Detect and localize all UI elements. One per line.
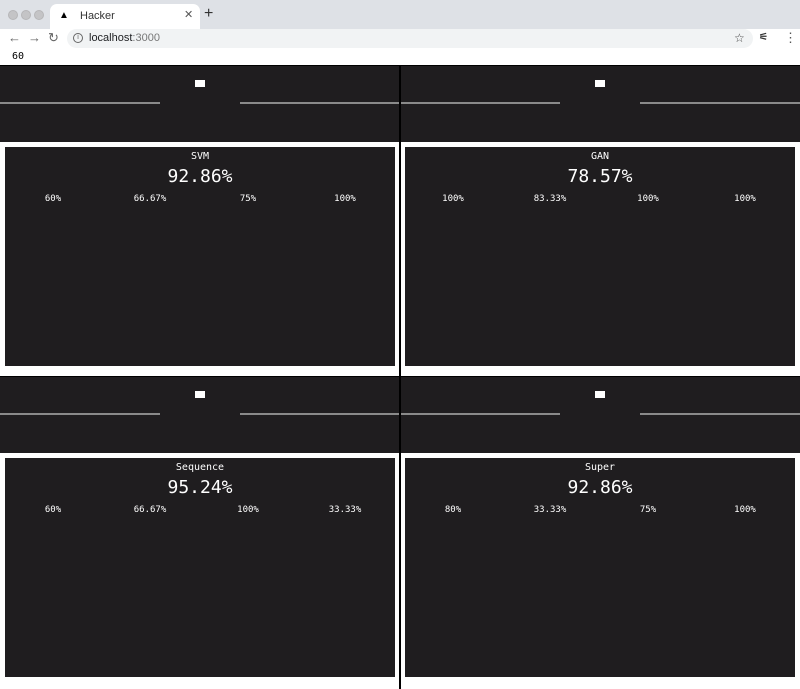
model-metric: 66.67%	[133, 194, 167, 204]
timeline-track	[0, 376, 400, 453]
forward-icon[interactable]: →	[28, 30, 41, 46]
model-metric: 100%	[637, 194, 659, 204]
timeline-track	[400, 376, 800, 453]
model-panel-frame: SVM 92.86% 60% 66.67% 75% 100%	[0, 142, 400, 376]
close-tab-icon[interactable]: ✕	[184, 8, 193, 22]
model-metric: 60%	[44, 505, 62, 515]
model-metric: 100%	[734, 505, 756, 515]
browser-toolbar: ← → ↻ i localhost:3000 ☆	[0, 29, 800, 49]
model-panel-frame: Sequence 95.24% 60% 66.67% 100% 33.33%	[0, 453, 400, 687]
model-metric: 100%	[734, 194, 756, 204]
model-metric: 75%	[639, 505, 657, 515]
reload-icon[interactable]: ↻	[48, 30, 59, 46]
model-metric: 60%	[44, 194, 62, 204]
model-metric: 83.33%	[533, 194, 567, 204]
model-score: 78.57%	[567, 166, 633, 187]
bookmark-star-icon[interactable]: ☆	[734, 30, 745, 46]
model-metric: 100%	[334, 194, 356, 204]
track-line-left	[0, 102, 160, 104]
track-line-right	[640, 413, 800, 415]
browser-tab-bar: ▲ Hacker ✕ +	[0, 0, 800, 29]
back-icon[interactable]: ←	[8, 30, 21, 46]
address-bar[interactable]: i localhost:3000 ☆	[67, 29, 753, 48]
timeline-track	[0, 65, 400, 142]
track-line-left	[400, 413, 560, 415]
model-name: Super	[584, 462, 616, 473]
url-port: :3000	[132, 32, 160, 44]
model-score: 92.86%	[567, 477, 633, 498]
model-metric: 80%	[444, 505, 462, 515]
extension-icon[interactable]: ⚟	[759, 31, 768, 45]
model-metric: 100%	[237, 505, 259, 515]
model-name: Sequence	[175, 462, 225, 473]
info-icon[interactable]: i	[73, 33, 83, 43]
model-metric: 75%	[239, 194, 257, 204]
track-line-right	[240, 102, 400, 104]
column-divider	[399, 65, 401, 689]
model-metric: 33.33%	[328, 505, 362, 515]
window-minimize-control[interactable]	[21, 10, 31, 20]
model-panel-sequence: Sequence 95.24% 60% 66.67% 100% 33.33%	[5, 458, 395, 677]
url-text: localhost:3000	[89, 31, 160, 45]
window-zoom-control[interactable]	[34, 10, 44, 20]
track-line-right	[640, 102, 800, 104]
model-name: GAN	[590, 151, 610, 162]
model-panel-frame: GAN 78.57% 100% 83.33% 100% 100%	[400, 142, 800, 376]
model-panel-gan: GAN 78.57% 100% 83.33% 100% 100%	[405, 147, 795, 366]
counter-value: 60	[12, 51, 25, 62]
track-marker	[595, 391, 605, 398]
model-name: SVM	[190, 151, 210, 162]
model-score: 95.24%	[167, 477, 233, 498]
track-marker	[595, 80, 605, 87]
model-metric: 100%	[442, 194, 464, 204]
track-line-left	[0, 413, 160, 415]
model-score: 92.86%	[167, 166, 233, 187]
model-metric: 33.33%	[533, 505, 567, 515]
triangle-icon: ▲	[59, 10, 69, 21]
model-metric: 66.67%	[133, 505, 167, 515]
browser-tab[interactable]: ▲ Hacker ✕	[50, 4, 200, 29]
url-host: localhost	[89, 32, 133, 44]
track-line-left	[400, 102, 560, 104]
new-tab-icon[interactable]: +	[204, 6, 213, 22]
kebab-menu-icon[interactable]: ⋮	[784, 29, 797, 47]
model-panel-svm: SVM 92.86% 60% 66.67% 75% 100%	[5, 147, 395, 366]
tab-title: Hacker	[80, 10, 115, 22]
window-close-control[interactable]	[8, 10, 18, 20]
model-grid: SVM 92.86% 60% 66.67% 75% 100% GAN 78.57…	[0, 65, 800, 689]
model-panel-frame: Super 92.86% 80% 33.33% 75% 100%	[400, 453, 800, 687]
timeline-track	[400, 65, 800, 142]
track-line-right	[240, 413, 400, 415]
track-marker	[195, 391, 205, 398]
track-marker	[195, 80, 205, 87]
model-panel-super: Super 92.86% 80% 33.33% 75% 100%	[405, 458, 795, 677]
